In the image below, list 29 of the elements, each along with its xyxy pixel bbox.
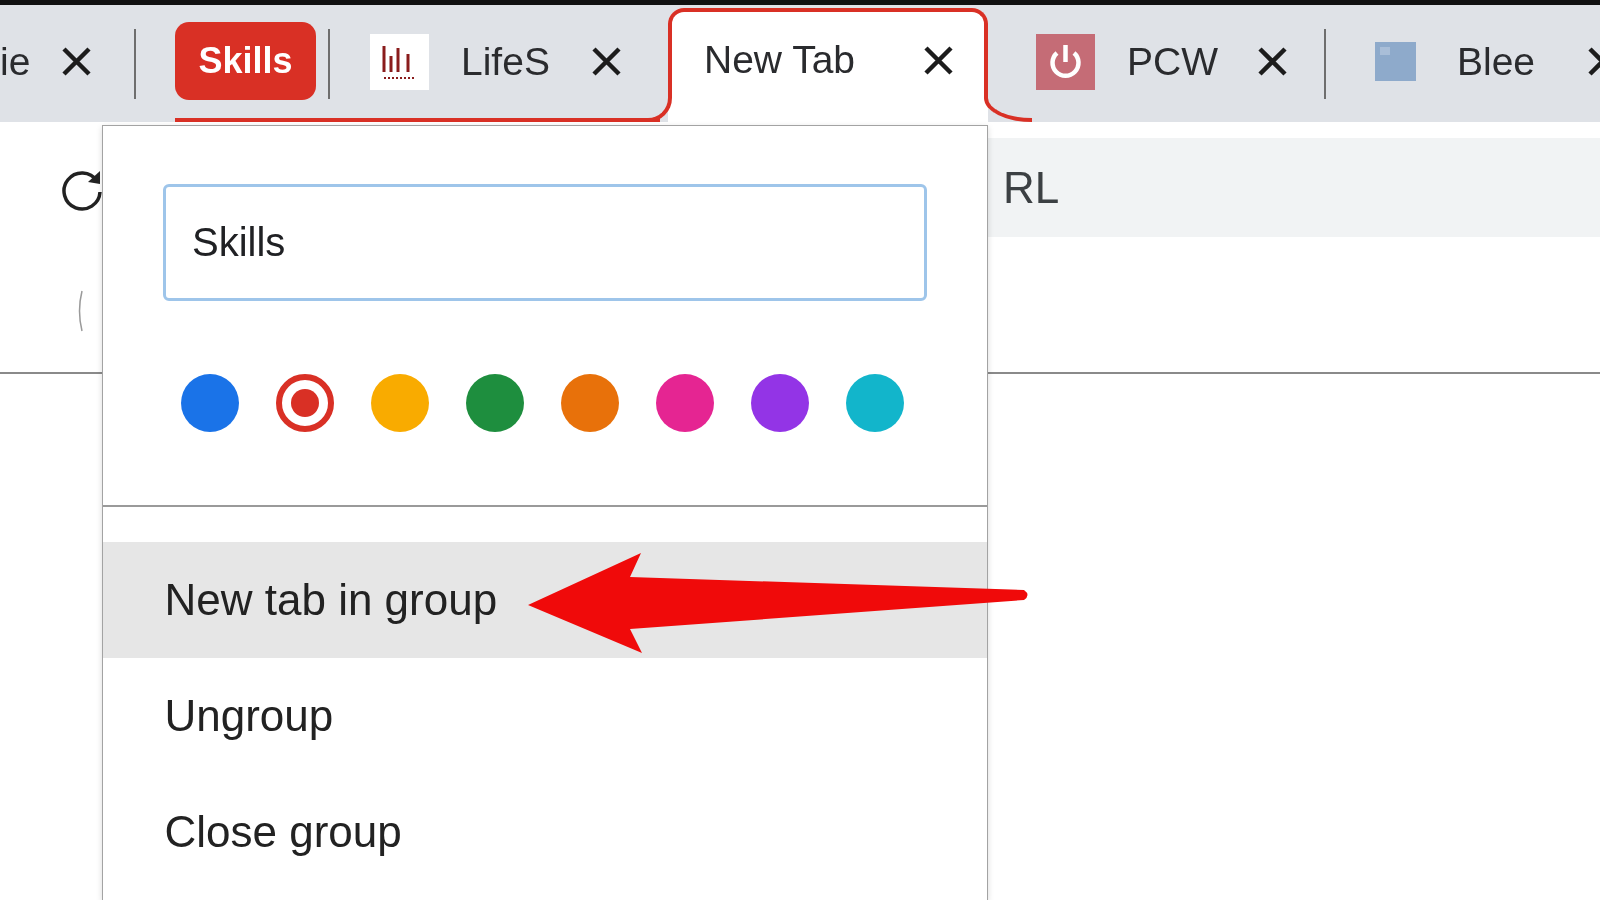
close-icon[interactable]	[1257, 46, 1288, 77]
swatch-icon[interactable]	[845, 374, 904, 432]
close-icon[interactable]	[591, 46, 622, 77]
menu-item[interactable]: Close group	[103, 773, 987, 890]
logo-icon	[370, 33, 429, 90]
tab[interactable]: New Tab	[668, 8, 988, 122]
group-name-field[interactable]: Skills	[163, 184, 927, 301]
swatch-icon[interactable]	[370, 374, 429, 432]
reload-icon[interactable]	[59, 168, 102, 213]
swatch-icon[interactable]	[465, 374, 524, 432]
power-icon	[1036, 33, 1095, 90]
swatch-icon[interactable]	[560, 374, 619, 432]
tab[interactable]: PCW	[1032, 5, 1326, 122]
swatch-icon[interactable]	[655, 374, 714, 432]
swatch-icon[interactable]	[180, 374, 239, 432]
swatch-icon[interactable]	[275, 374, 334, 432]
swatch-icon[interactable]	[750, 374, 809, 432]
group-line-curve	[984, 98, 1032, 122]
tile-icon	[1375, 42, 1416, 81]
tab[interactable]: LifeS	[330, 5, 660, 122]
close-icon[interactable]	[61, 46, 92, 77]
tab-group-chip[interactable]: Skills	[175, 22, 316, 100]
address-bar[interactable]: RL	[988, 138, 1600, 237]
close-icon[interactable]	[923, 44, 954, 76]
tab[interactable]: ie	[0, 5, 136, 122]
menu-item[interactable]: Ungroup	[103, 657, 987, 774]
close-icon[interactable]	[1587, 46, 1600, 77]
tab[interactable]: Blee	[1326, 5, 1600, 122]
arc-icon	[77, 290, 83, 332]
